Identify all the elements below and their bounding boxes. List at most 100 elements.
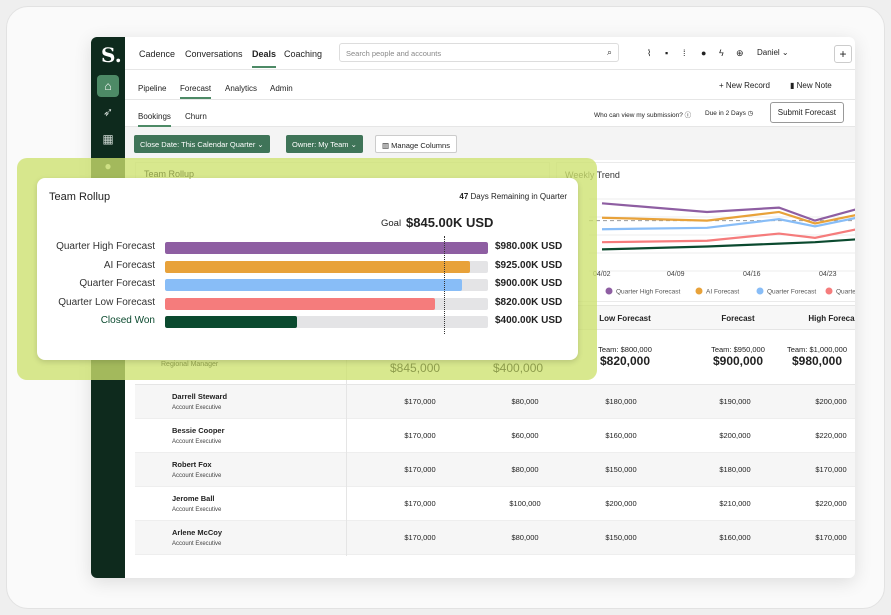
cell-value: $150,000 bbox=[605, 533, 637, 542]
new-record-button[interactable]: + New Record bbox=[719, 81, 770, 90]
bar-fill bbox=[165, 260, 470, 273]
chat-icon[interactable]: ▪ bbox=[665, 48, 668, 58]
tab-churn[interactable]: Churn bbox=[185, 112, 207, 121]
dialpad-icon[interactable]: ⁞ bbox=[683, 48, 686, 58]
new-note-label: New Note bbox=[796, 81, 832, 90]
team-high-label: Team: $1,000,000 bbox=[786, 345, 848, 354]
legend-label: Quarter Forecast bbox=[767, 289, 816, 296]
bar-value: $400.00K USD bbox=[495, 315, 563, 326]
table-row[interactable]: Robert Fox Account Executive $170,000 $80,0… bbox=[135, 453, 855, 487]
bar-track bbox=[165, 242, 488, 254]
owner-filter[interactable]: Owner: My Team ⌄ bbox=[286, 135, 363, 153]
days-text: Days Remaining in Quarter bbox=[470, 192, 567, 201]
rep-role: Account Executive bbox=[172, 507, 222, 513]
team-closed-value: $400,000 bbox=[493, 361, 544, 375]
bg-rollup-title: Team Rollup bbox=[144, 169, 195, 179]
top-nav: Cadence Conversations Deals Coaching Sea… bbox=[125, 37, 855, 70]
cell-value: $190,000 bbox=[719, 397, 751, 406]
who-can-view-text: Who can view my submission? bbox=[594, 112, 683, 119]
x-tick-label: 04/09 bbox=[667, 271, 685, 278]
search-input[interactable]: Search people and accounts ⌕ bbox=[339, 43, 619, 62]
goal-line bbox=[443, 236, 445, 334]
goal-value: $845.00K USD bbox=[406, 215, 494, 230]
cell-value: $170,000 bbox=[404, 397, 436, 406]
bar-track bbox=[165, 279, 488, 291]
logo: S. bbox=[101, 43, 122, 67]
new-note-button[interactable]: ▮ New Note bbox=[790, 81, 832, 90]
cell-value: $150,000 bbox=[605, 465, 637, 474]
cell-value: $200,000 bbox=[605, 499, 637, 508]
bolt-icon[interactable]: ϟ bbox=[719, 48, 724, 58]
tab-analytics[interactable]: Analytics bbox=[225, 84, 257, 93]
manage-columns-label: Manage Columns bbox=[391, 141, 450, 150]
legend-swatch bbox=[825, 287, 833, 295]
goal-label: Goal bbox=[381, 218, 402, 229]
cell-value: $170,000 bbox=[404, 533, 436, 542]
team-goal-value: $845,000 bbox=[390, 361, 441, 375]
help-icon[interactable]: ● bbox=[701, 48, 706, 58]
close-date-filter[interactable]: Close Date: This Calendar Quarter ⌄ bbox=[134, 135, 270, 153]
cell-value: $60,000 bbox=[511, 431, 539, 440]
tab-forecast[interactable]: Forecast bbox=[180, 84, 212, 99]
due-text: Due in 2 Days bbox=[705, 110, 746, 117]
legend-label: Quarter High Forecast bbox=[616, 289, 680, 296]
bar-label: Quarter Low Forecast bbox=[58, 296, 155, 308]
rep-name[interactable]: Robert Fox bbox=[172, 460, 212, 469]
bar-track bbox=[165, 316, 488, 328]
home-icon[interactable]: ⌂ bbox=[97, 75, 119, 97]
bar-fill bbox=[165, 242, 488, 254]
close-date-label: Close Date: This Calendar Quarter bbox=[140, 140, 256, 149]
rollup-title: Team Rollup bbox=[49, 191, 111, 203]
add-button[interactable]: + bbox=[834, 45, 852, 63]
bar-label: Closed Won bbox=[100, 315, 155, 326]
submit-forecast-button[interactable]: Submit Forecast bbox=[769, 102, 844, 123]
globe-icon[interactable]: ⊕ bbox=[736, 48, 744, 59]
nav-conversations[interactable]: Conversations bbox=[185, 49, 243, 59]
nav-deals[interactable]: Deals bbox=[252, 49, 277, 68]
table-row[interactable]: Bessie Cooper Account Executive $170,000 $6… bbox=[135, 419, 855, 453]
activity-icon[interactable]: ⌇ bbox=[647, 48, 651, 59]
cell-value: $170,000 bbox=[404, 465, 436, 474]
tab-pipeline[interactable]: Pipeline bbox=[138, 84, 166, 93]
rep-name[interactable]: Jerome Ball bbox=[172, 494, 215, 503]
who-can-view-link[interactable]: Who can view my submission? ⓘ bbox=[594, 109, 691, 119]
rocket-icon[interactable]: ➶ bbox=[97, 101, 119, 123]
user-name: Daniel bbox=[757, 48, 780, 57]
weekly-trend-chart: Quarter High Forecast AI Forecast Quarter … bbox=[589, 198, 855, 296]
bar-fill bbox=[165, 316, 297, 328]
cell-value: $220,000 bbox=[815, 431, 847, 440]
cell-value: $180,000 bbox=[605, 397, 637, 406]
user-menu[interactable]: Daniel ⌄ bbox=[757, 48, 789, 57]
filter-bar: Close Date: This Calendar Quarter ⌄ Owne… bbox=[125, 127, 855, 160]
nav-cadence[interactable]: Cadence bbox=[139, 49, 175, 59]
manage-columns-button[interactable]: ▥ Manage Columns bbox=[375, 135, 457, 153]
rep-name[interactable]: Darrell Steward bbox=[172, 392, 227, 401]
bar-label: AI Forecast bbox=[103, 259, 155, 271]
columns-icon: ▥ bbox=[382, 141, 392, 150]
table-row[interactable]: Arlene McCoy Account Executive $170,000 $80… bbox=[135, 521, 855, 555]
header-high-forecast[interactable]: High Forecast bbox=[785, 314, 855, 323]
nav-coaching[interactable]: Coaching bbox=[284, 49, 322, 59]
legend-swatch bbox=[605, 287, 613, 295]
tab-bookings[interactable]: Bookings bbox=[138, 112, 171, 127]
bar-track bbox=[165, 260, 488, 273]
rep-name[interactable]: Arlene McCoy bbox=[172, 528, 222, 537]
rep-name[interactable]: Bessie Cooper bbox=[172, 426, 225, 435]
cell-value: $160,000 bbox=[719, 533, 751, 542]
cell-value: $170,000 bbox=[815, 465, 847, 474]
table-row[interactable]: Jerome Ball Account Executive $170,000 $100… bbox=[135, 487, 855, 521]
bar-track bbox=[165, 297, 488, 310]
tab-admin[interactable]: Admin bbox=[270, 84, 293, 93]
rep-role: Account Executive bbox=[172, 473, 222, 479]
bar-label: Quarter Forecast bbox=[79, 278, 155, 289]
cell-value: $170,000 bbox=[815, 533, 847, 542]
sub-nav: Pipeline Forecast Analytics Admin + New … bbox=[125, 70, 855, 100]
table-row[interactable]: Darrell Steward Account Executive $170,000… bbox=[135, 385, 855, 419]
days-number: 47 bbox=[459, 192, 469, 201]
bar-value: $925.00K USD bbox=[495, 259, 563, 271]
x-tick-label: 04/23 bbox=[819, 271, 837, 278]
cell-value: $180,000 bbox=[719, 465, 751, 474]
building-icon[interactable]: ▦ bbox=[97, 128, 119, 150]
header-forecast[interactable]: Forecast bbox=[688, 314, 788, 323]
cell-value: $200,000 bbox=[719, 431, 751, 440]
